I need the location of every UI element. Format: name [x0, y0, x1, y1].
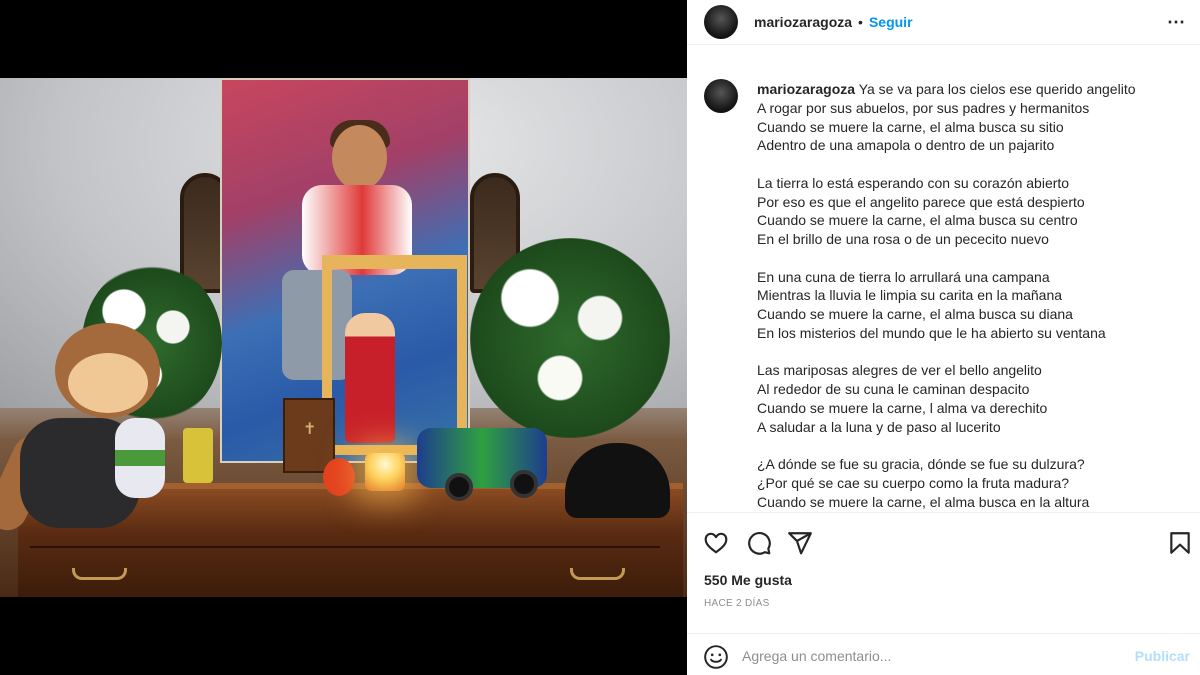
photo-drawer-handle — [570, 568, 625, 580]
caption-stanza-gap — [757, 343, 1187, 362]
photo-toy-figure — [115, 418, 165, 498]
photo-drawer-line — [30, 546, 660, 548]
caption-line: En una cuna de tierra lo arrullará una c… — [757, 268, 1050, 285]
caption-stanza-gap — [757, 249, 1187, 268]
caption-line: Por eso es que el angelito parece que es… — [757, 193, 1085, 210]
publish-button[interactable]: Publicar — [1135, 648, 1190, 664]
avatar[interactable] — [704, 5, 738, 39]
photo-candle — [365, 453, 405, 491]
caption-line: Cuando se muere la carne, el alma busca … — [757, 306, 1073, 322]
caption-line: Las mariposas alegres de ver el bello an… — [757, 362, 1042, 379]
header-separator: • — [858, 14, 863, 30]
smiley-icon[interactable] — [703, 644, 729, 670]
more-options-icon[interactable]: ⋯ — [1167, 12, 1186, 33]
caption-stanza-gap — [757, 436, 1187, 455]
photo-box-cross: ✝ — [303, 421, 317, 438]
post-photo[interactable]: ✝ — [0, 78, 687, 597]
caption-line: A saludar a la luna y de paso al lucerit… — [757, 418, 1001, 435]
caption-first-line: mariozaragoza Ya se va para los cielos e… — [757, 80, 1187, 99]
post-media-pane: ✝ — [0, 0, 687, 675]
caption-stanza-gap — [757, 155, 1187, 174]
likes-count[interactable]: 550 Me gusta — [704, 572, 792, 588]
photo-red-egg — [323, 458, 355, 496]
header-username[interactable]: mariozaragoza — [754, 14, 852, 30]
caption-line: ¿A dónde se fue su gracia, dónde se fue … — [757, 456, 1085, 472]
photo-saint-statue — [345, 313, 395, 443]
photo-toy-car-wheel — [445, 473, 473, 501]
photo-toy-car-wheel — [510, 470, 538, 498]
painting-boy-head — [332, 125, 387, 190]
photo-drawer-handle — [72, 568, 127, 580]
comment-bar: Publicar — [687, 633, 1200, 675]
post-header: mariozaragoza • Seguir ⋯ — [687, 0, 1200, 45]
caption-line: Cuando se muere la carne, l alma va dere… — [757, 399, 1048, 416]
caption-text: mariozaragoza Ya se va para los cielos e… — [757, 80, 1187, 511]
caption-line: Mientras la lluvia le limpia su carita e… — [757, 287, 1063, 304]
caption-avatar[interactable] — [704, 79, 738, 113]
follow-button[interactable]: Seguir — [869, 14, 913, 30]
photo-cup — [183, 428, 213, 483]
caption-area: mariozaragoza Ya se va para los cielos e… — [687, 54, 1200, 512]
photo-cap — [565, 443, 670, 518]
caption-line: Cuando se muere la carne, el alma busca … — [757, 493, 1090, 510]
photo-monkey-face — [68, 353, 148, 413]
comment-icon[interactable] — [746, 530, 772, 556]
bookmark-icon[interactable] — [1167, 530, 1193, 556]
paper-plane-icon[interactable] — [787, 530, 813, 556]
caption-line: La tierra lo está esperando con su coraz… — [757, 174, 1070, 191]
caption-line: En el brillo de una rosa o de un pececit… — [757, 231, 1049, 247]
caption-line: ¿Por qué se cae su cuerpo como la fruta … — [757, 474, 1070, 491]
caption-username[interactable]: mariozaragoza — [757, 81, 855, 97]
heart-icon[interactable] — [703, 530, 729, 556]
post-side-panel: mariozaragoza • Seguir ⋯ mariozaragoza Y… — [687, 0, 1200, 675]
caption-line: En los misterios del mundo que le ha abi… — [757, 324, 1106, 341]
caption-line: Cuando se muere la carne, el alma busca … — [757, 212, 1078, 229]
caption-line: Cuando se muere la carne, el alma busca … — [757, 118, 1064, 135]
caption-line: Adentro de una amapola o dentro de un pa… — [757, 137, 1055, 154]
caption-line: Al rededor de su cuna le caminan despaci… — [757, 381, 1030, 397]
post-actions — [687, 512, 1200, 564]
caption-line: Ya se va para los cielos ese querido ang… — [858, 81, 1136, 97]
caption-line: A rogar por sus abuelos, por sus padres … — [757, 99, 1090, 116]
photo-flowers-right — [470, 238, 670, 438]
comment-input[interactable] — [742, 642, 1122, 670]
post-timestamp[interactable]: HACE 2 DÍAS — [704, 598, 770, 609]
